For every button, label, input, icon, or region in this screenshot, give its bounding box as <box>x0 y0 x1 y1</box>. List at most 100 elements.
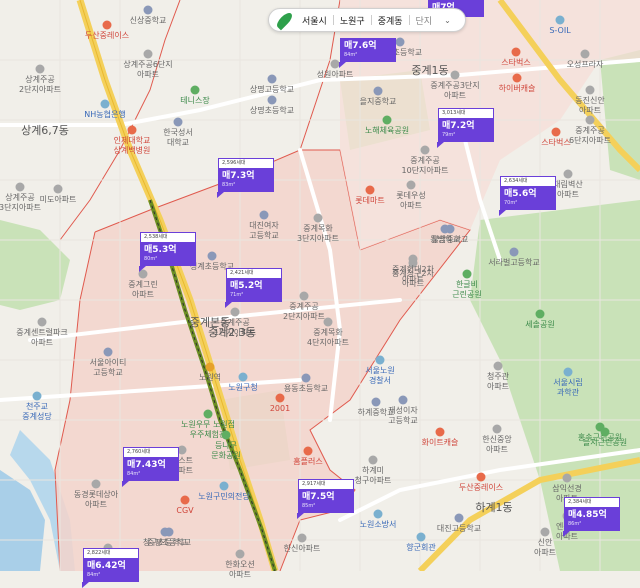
place-label[interactable]: 노원구민의전당 <box>198 492 250 502</box>
apt-icon[interactable] <box>297 533 307 543</box>
school-icon[interactable] <box>164 527 174 537</box>
apt-icon[interactable] <box>235 549 245 559</box>
map-canvas[interactable]: 신상중학교 두산중레이스 상계주공6단지 아파트 상계주공 2단지아파트 NH농협은행 테… <box>0 0 640 588</box>
place-label[interactable]: 상계주공 3단지아파트 <box>0 193 41 213</box>
breadcrumb-district[interactable]: 노원구 <box>334 14 371 27</box>
place-label[interactable]: 을지중학교 <box>360 97 397 107</box>
marker-body[interactable]: 매5.6억 70m² <box>500 186 556 210</box>
breadcrumb-mode[interactable]: 단지 <box>410 14 439 27</box>
shop-icon[interactable] <box>127 125 137 135</box>
marker-body[interactable]: 매7.2억 79m² <box>438 118 494 142</box>
marker-body[interactable]: 매7.5억 85m² <box>298 489 354 513</box>
chevron-down-icon[interactable]: ⌄ <box>438 16 457 25</box>
school-icon[interactable] <box>454 513 464 523</box>
marker-body[interactable]: 매7.6억 84m² <box>340 38 396 62</box>
place-label[interactable]: 중계현대2차 아파트 <box>392 265 434 285</box>
location-breadcrumb[interactable]: 서울시 노원구 중계동 단지 ⌄ <box>268 8 466 32</box>
place-label[interactable]: 중계주공 2단지아파트 <box>283 302 325 322</box>
place-label[interactable]: 오성프라자 <box>567 60 604 70</box>
apt-icon[interactable] <box>368 455 378 465</box>
school-icon[interactable] <box>509 247 519 257</box>
place-label[interactable]: 한신중앙 아파트 <box>482 435 511 455</box>
place-label[interactable]: 상계6,7동 <box>21 125 69 136</box>
apt-icon[interactable] <box>585 115 595 125</box>
place-label[interactable]: 노원소방서 <box>360 520 397 530</box>
place-label[interactable]: CGV <box>176 506 193 516</box>
place-label[interactable]: 중계목화 4단지아파트 <box>307 328 349 348</box>
apt-icon[interactable] <box>492 424 502 434</box>
place-label[interactable]: 등나무 문화공원 <box>211 441 240 461</box>
park-icon[interactable] <box>203 409 213 419</box>
place-label[interactable]: 중계주공3단지 아파트 <box>430 81 479 101</box>
gov-icon[interactable] <box>375 355 385 365</box>
apt-icon[interactable] <box>406 180 416 190</box>
place-label[interactable]: 향군회관 <box>406 543 435 553</box>
apt-icon[interactable] <box>15 182 25 192</box>
breadcrumb-city[interactable]: 서울시 <box>296 14 333 27</box>
place-label[interactable]: 인제대학교 상계백병원 <box>114 136 151 156</box>
place-label[interactable]: 대진고등학교 <box>437 524 481 534</box>
park-icon[interactable] <box>382 115 392 125</box>
place-label[interactable]: 중평초등학교 <box>147 538 191 548</box>
place-label[interactable]: 성원아파트 <box>317 70 354 80</box>
place-label[interactable]: 하계1동 <box>475 502 512 513</box>
place-label[interactable]: 불암중학교 <box>432 235 469 245</box>
place-label[interactable]: 상명초등학교 <box>250 106 294 116</box>
school-icon[interactable] <box>173 117 183 127</box>
apt-icon[interactable] <box>408 254 418 264</box>
marker-body[interactable]: 매6.42억 84m² <box>83 558 139 582</box>
shop-icon[interactable] <box>365 185 375 195</box>
park-icon[interactable] <box>535 309 545 319</box>
listing-marker[interactable]: 2,596세대 매7.3억 83m² <box>217 158 274 198</box>
place-label[interactable]: 천주교 중계성당 <box>22 402 51 422</box>
breadcrumb-dong[interactable]: 중계동 <box>372 14 409 27</box>
place-label[interactable]: 을지근린공원 <box>583 438 627 448</box>
listing-marker[interactable]: 2,917세대 매7.5억 85m² <box>297 479 354 519</box>
park-icon[interactable] <box>462 269 472 279</box>
gov-icon[interactable] <box>555 15 565 25</box>
marker-body[interactable]: 매7.43억 84m² <box>123 457 179 481</box>
school-icon[interactable] <box>445 224 455 234</box>
listing-marker[interactable]: 2,760세대 매7.43억 84m² <box>122 447 179 487</box>
listing-marker[interactable]: 3,013세대 매7.2억 79m² <box>437 108 494 148</box>
place-label[interactable]: 서울아이티 고등학교 <box>90 358 127 378</box>
apt-icon[interactable] <box>493 361 503 371</box>
shop-icon[interactable] <box>511 47 521 57</box>
shop-icon[interactable] <box>512 73 522 83</box>
marker-body[interactable]: 매4.85억 86m² <box>564 507 620 531</box>
place-label[interactable]: 스타벅스 <box>541 138 570 148</box>
place-label[interactable]: 한글비 근린공원 <box>452 280 481 300</box>
place-label[interactable]: 중계주공 6단지아파트 <box>569 126 611 146</box>
place-label[interactable]: 상명고등학교 <box>250 85 294 95</box>
marker-body[interactable]: 매5.3억 80m² <box>140 242 196 266</box>
place-label[interactable]: 신상중학교 <box>130 16 167 26</box>
place-label[interactable]: 하계미 청구아파트 <box>355 466 392 486</box>
place-label[interactable]: 동진신안 아파트 <box>575 96 604 116</box>
apt-icon[interactable] <box>323 317 333 327</box>
place-label[interactable]: 롯데마트 <box>355 196 384 206</box>
school-icon[interactable] <box>207 251 217 261</box>
gov-icon[interactable] <box>32 391 42 401</box>
shop-icon[interactable] <box>435 427 445 437</box>
place-label[interactable]: 세솔공원 <box>525 320 554 330</box>
place-label[interactable]: 중계1동 <box>411 65 448 76</box>
place-label[interactable]: S-OIL <box>549 26 570 36</box>
place-label[interactable]: 한신아파트 <box>284 544 321 554</box>
place-label[interactable]: 중계그린 아파트 <box>128 280 157 300</box>
place-label[interactable]: 한화오션 아파트 <box>225 560 254 580</box>
shop-icon[interactable] <box>551 127 561 137</box>
place-label[interactable]: 2001 <box>270 404 290 414</box>
place-label[interactable]: 서울시립 과학관 <box>553 378 582 398</box>
station-icon[interactable] <box>205 362 215 372</box>
place-label[interactable]: 청주관 아파트 <box>487 372 509 392</box>
gov-icon[interactable] <box>100 99 110 109</box>
shop-icon[interactable] <box>476 472 486 482</box>
apt-icon[interactable] <box>53 184 63 194</box>
school-icon[interactable] <box>259 210 269 220</box>
shop-icon[interactable] <box>102 20 112 30</box>
park-icon[interactable] <box>190 85 200 95</box>
place-label[interactable]: 상계주공6단지 아파트 <box>123 60 172 80</box>
place-label[interactable]: 두산중레이스 <box>85 31 129 41</box>
apt-icon[interactable] <box>585 85 595 95</box>
listing-marker[interactable]: 2,421세대 매5.2억 71m² <box>225 268 282 308</box>
